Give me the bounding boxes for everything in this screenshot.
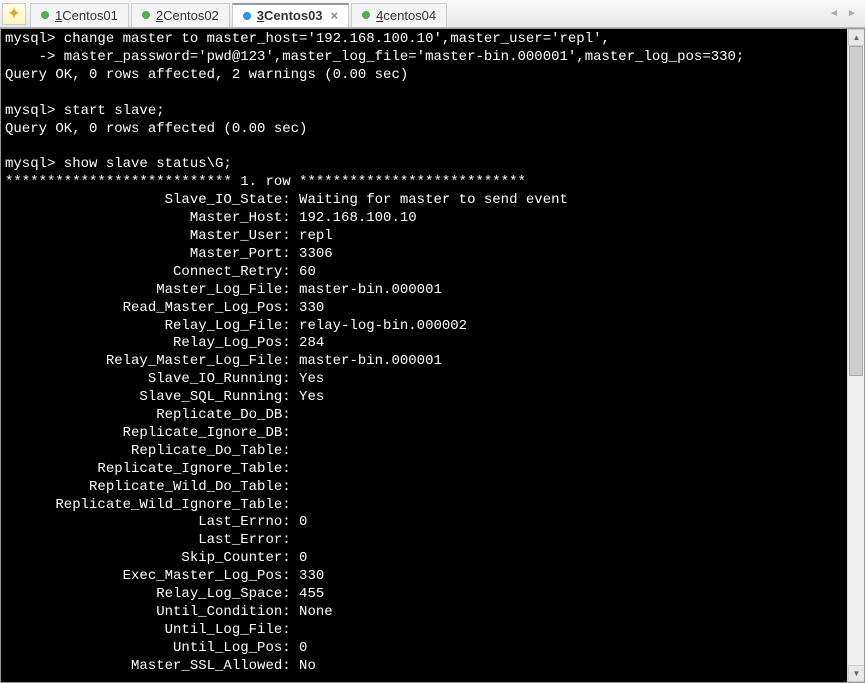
tab-nav-right[interactable]: ► — [843, 5, 861, 23]
status-dot-icon — [243, 12, 251, 20]
status-dot-icon — [142, 11, 150, 19]
close-icon[interactable]: × — [331, 8, 339, 23]
tab-nav-left[interactable]: ◄ — [825, 5, 843, 23]
scrollbar[interactable]: ▲ ▼ — [847, 29, 864, 682]
scroll-up-arrow[interactable]: ▲ — [848, 29, 865, 46]
tab-number: 4 — [376, 8, 383, 23]
tab-label: Centos02 — [163, 8, 219, 23]
scroll-down-arrow[interactable]: ▼ — [848, 665, 865, 682]
terminal-wrapper: mysql> change master to master_host='192… — [0, 28, 865, 683]
tab-label: Centos03 — [264, 8, 323, 23]
tab-centos01[interactable]: 1 Centos01 — [30, 3, 129, 27]
status-dot-icon — [362, 11, 370, 19]
tab-number: 1 — [55, 8, 62, 23]
terminal-output[interactable]: mysql> change master to master_host='192… — [1, 29, 847, 682]
tab-number: 3 — [257, 8, 264, 23]
tab-centos02[interactable]: 2 Centos02 — [131, 3, 230, 27]
new-tab-button[interactable]: ✦ — [2, 3, 26, 25]
tab-bar: ✦ 1 Centos012 Centos023 Centos03×4 cento… — [0, 0, 865, 28]
tab-centos04[interactable]: 4 centos04 — [351, 3, 447, 27]
status-dot-icon — [41, 11, 49, 19]
tab-number: 2 — [156, 8, 163, 23]
tab-label: Centos01 — [62, 8, 118, 23]
tab-label: centos04 — [383, 8, 436, 23]
scroll-thumb[interactable] — [849, 46, 863, 376]
tab-nav: ◄ ► — [825, 5, 865, 23]
tab-centos03[interactable]: 3 Centos03 × — [232, 3, 349, 27]
add-icon: ✦ — [8, 5, 20, 22]
